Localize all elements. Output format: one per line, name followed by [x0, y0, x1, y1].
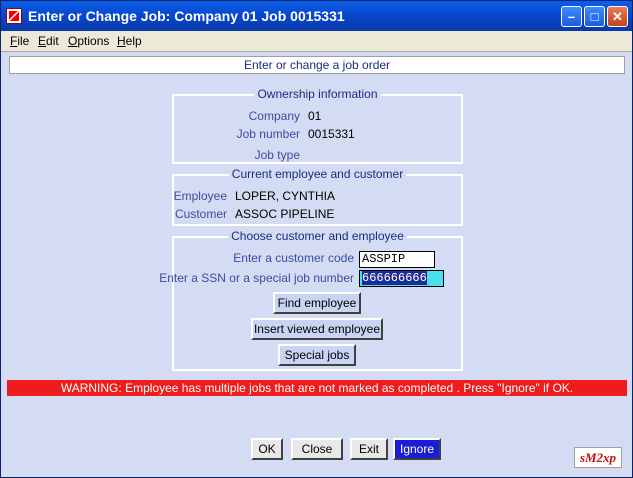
customer-code-label: Enter a customer code: [233, 251, 354, 265]
app-icon: [6, 8, 22, 24]
customer-value: ASSOC PIPELINE: [235, 207, 335, 221]
window: Enter or Change Job: Company 01 Job 0015…: [0, 0, 633, 478]
job-number-value: 0015331: [308, 127, 355, 141]
company-value: 01: [308, 109, 322, 123]
window-title: Enter or Change Job: Company 01 Job 0015…: [28, 8, 345, 24]
sm2xp-logo: sM2xp: [574, 447, 622, 468]
find-employee-button[interactable]: Find employee: [273, 292, 361, 314]
maximize-button[interactable]: □: [584, 6, 605, 27]
menu-file[interactable]: File: [10, 34, 29, 48]
insert-viewed-employee-button[interactable]: Insert viewed employee: [251, 318, 383, 340]
warning-banner: WARNING: Employee has multiple jobs that…: [7, 380, 627, 396]
title-bar[interactable]: Enter or Change Job: Company 01 Job 0015…: [1, 1, 632, 31]
ssn-input[interactable]: 666666666: [359, 270, 444, 287]
ssn-label: Enter a SSN or a special job number: [159, 271, 354, 285]
job-type-label: Job type: [254, 148, 300, 162]
ownership-legend: Ownership information: [254, 87, 381, 101]
menu-help[interactable]: Help: [117, 34, 142, 48]
menu-edit[interactable]: Edit: [38, 34, 59, 48]
employee-label: Employee: [173, 189, 227, 203]
company-label: Company: [248, 109, 300, 123]
employee-value: LOPER, CYNTHIA: [235, 189, 336, 203]
page-header: Enter or change a job order: [9, 56, 625, 74]
ssn-value: 666666666: [362, 271, 427, 285]
choose-legend: Choose customer and employee: [228, 229, 407, 243]
exit-button[interactable]: Exit: [350, 438, 388, 460]
customer-code-input[interactable]: ASSPIP: [359, 251, 435, 268]
minimize-button[interactable]: –: [561, 6, 582, 27]
ok-button[interactable]: OK: [251, 438, 283, 460]
menu-bar: File Edit Options Help: [1, 31, 632, 52]
special-jobs-button[interactable]: Special jobs: [278, 344, 356, 366]
menu-options[interactable]: Options: [68, 34, 109, 48]
job-number-label: Job number: [236, 127, 300, 141]
customer-label: Customer: [174, 207, 227, 221]
close-window-button[interactable]: ✕: [607, 6, 628, 27]
close-button[interactable]: Close: [291, 438, 343, 460]
ignore-button[interactable]: Ignore: [393, 438, 441, 460]
current-legend: Current employee and customer: [228, 167, 407, 181]
